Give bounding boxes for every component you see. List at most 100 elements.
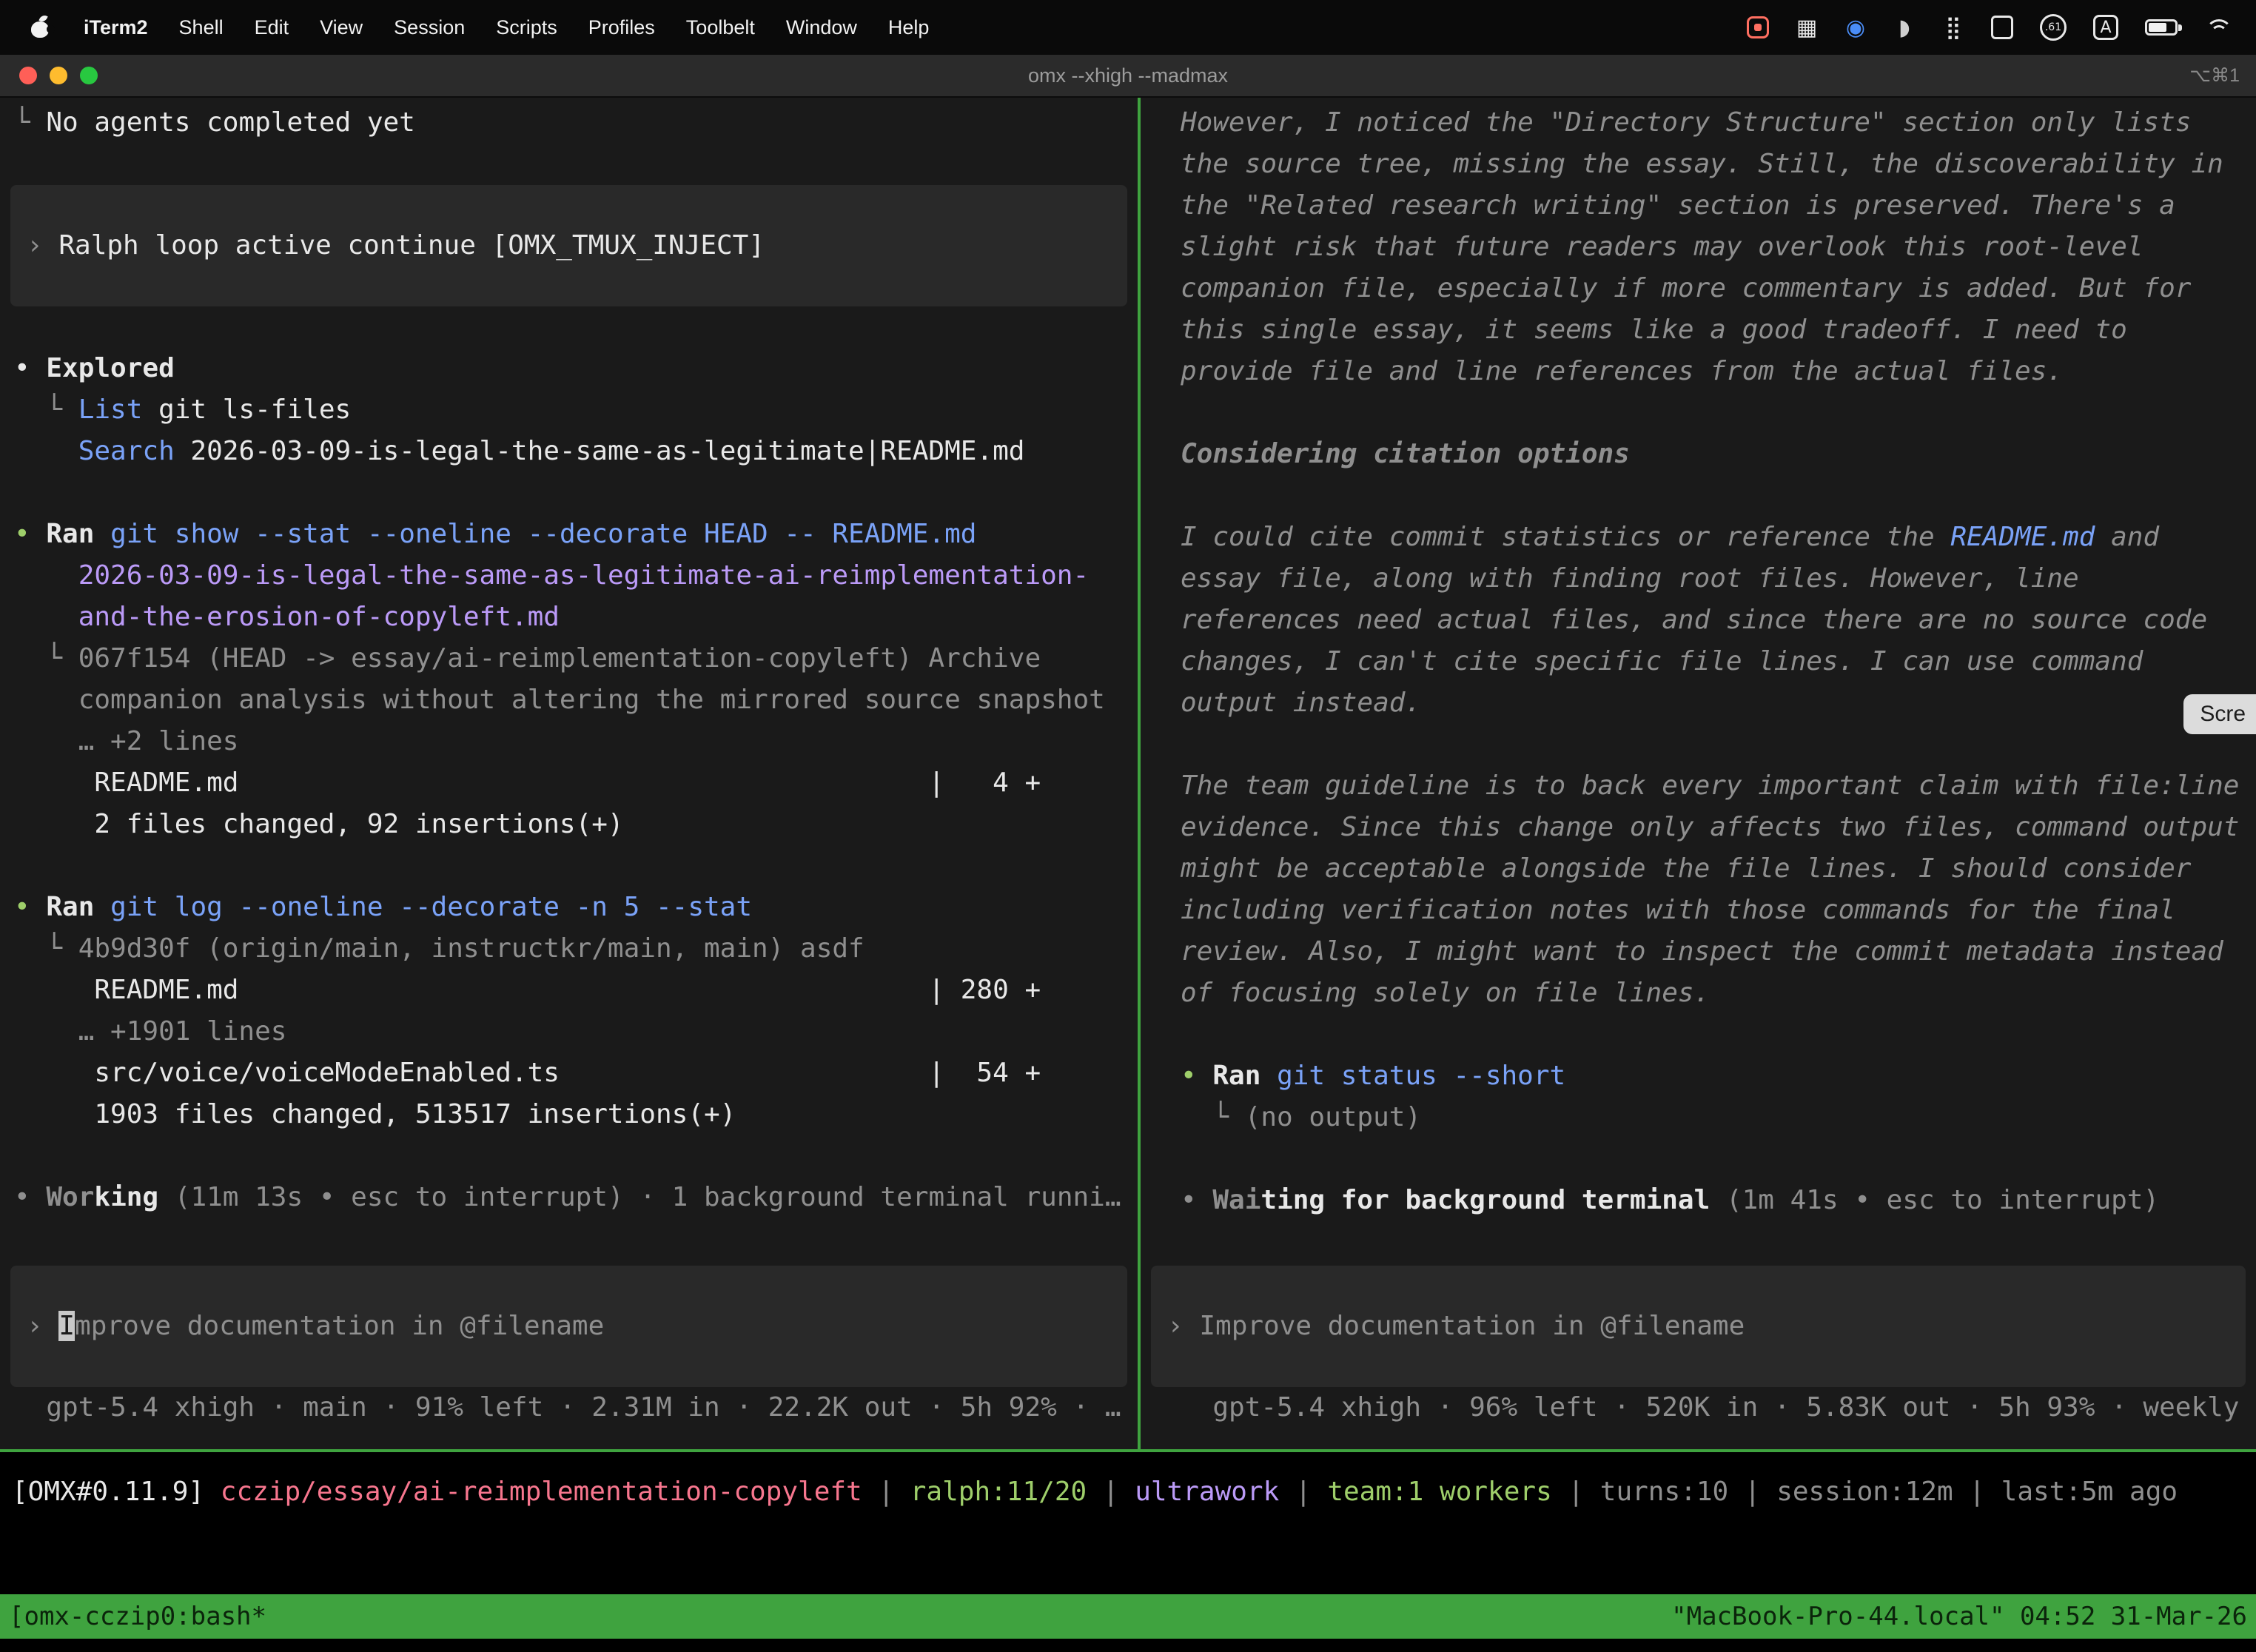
menu-iterm2[interactable]: iTerm2 <box>68 16 164 39</box>
text-span: └ <box>14 394 78 425</box>
terminal-line: └ (no output) <box>1141 1097 2256 1138</box>
menu-window[interactable]: Window <box>771 16 873 39</box>
macos-menu-bar: iTerm2ShellEditViewSessionScriptsProfile… <box>0 0 2256 55</box>
text-span: | <box>1728 1477 1776 1507</box>
menu-view[interactable]: View <box>304 16 378 39</box>
text-span: ultrawork <box>1135 1477 1279 1507</box>
left-terminal-pane[interactable]: └ No agents completed yet› Ralph loop ac… <box>0 98 1138 1449</box>
apple-menu[interactable] <box>13 16 68 39</box>
text-span: mprove documentation in @filename <box>75 1311 604 1341</box>
minimize-button[interactable] <box>50 67 67 84</box>
terminal-line: essay file, along with finding root file… <box>1141 558 2256 600</box>
right-pane-bottom: › Improve documentation in @filename gpt… <box>1141 1266 2256 1428</box>
prompt-input[interactable]: › Improve documentation in @filename <box>10 1266 1127 1387</box>
terminal-line: └ 067f154 (HEAD -> essay/ai-reimplementa… <box>0 638 1138 679</box>
gauge-61-icon[interactable]: .61 <box>2040 14 2067 41</box>
input-source-icon[interactable]: A <box>2093 15 2118 40</box>
ran-git-show-header: • Ran git show --stat --oneline --decora… <box>0 514 1138 555</box>
text-span: of focusing solely on file lines. <box>1181 978 1710 1008</box>
menu-toolbelt[interactable]: Toolbelt <box>671 16 771 39</box>
text-span: README.md | 4 + <box>14 768 1041 798</box>
text-span: 2026-03-09-is-legal-the-same-as-legitima… <box>175 436 1025 466</box>
text-span: … +1901 lines <box>14 1016 286 1047</box>
text-span: Ran <box>1212 1061 1260 1091</box>
terminal-line: references need actual files, and since … <box>1141 600 2256 641</box>
terminal-line: The team guideline is to back every impo… <box>1141 765 2256 807</box>
terminal-line: I could cite commit statistics or refere… <box>1141 517 2256 558</box>
blank-line <box>0 845 1138 887</box>
terminal-line: companion analysis without altering the … <box>0 679 1138 721</box>
zoom-button[interactable] <box>80 67 98 84</box>
session-status-line: gpt-5.4 xhigh · main · 91% left · 2.31M … <box>0 1387 1138 1428</box>
ran-git-status-header: • Ran git status --short <box>1141 1055 2256 1097</box>
battery-icon[interactable] <box>2145 19 2178 36</box>
prompt-input[interactable]: › Improve documentation in @filename <box>1151 1266 2246 1387</box>
terminal-area: └ No agents completed yet› Ralph loop ac… <box>0 98 2256 1449</box>
text-span: last:5m ago <box>2001 1477 2178 1507</box>
close-button[interactable] <box>19 67 37 84</box>
ralph-loop-banner-text: › Ralph loop active continue [OMX_TMUX_I… <box>10 225 1127 266</box>
blank-line <box>1141 1138 2256 1180</box>
terminal-line: companion file, especially if more comme… <box>1141 268 2256 309</box>
explored-header: • Explored <box>0 348 1138 389</box>
blank-line <box>1141 1014 2256 1055</box>
text-span: • <box>14 1182 46 1212</box>
screen-recording-icon[interactable] <box>1747 16 1769 38</box>
text-span: Ran <box>46 892 94 922</box>
text-span: companion analysis without altering the … <box>14 685 1105 715</box>
left-pane-bottom: › Improve documentation in @filename gpt… <box>0 1266 1138 1428</box>
text-span: gpt-5.4 xhigh · main · 91% left · 2.31M … <box>14 1392 1121 1423</box>
dark-app-icon[interactable]: ◗ <box>1893 14 1916 41</box>
text-span: README.md | 280 + <box>14 975 1041 1005</box>
terminal-line: this single essay, it seems like a good … <box>1141 309 2256 351</box>
omx-status-line: [OMX#0.11.9] cczip/essay/ai-reimplementa… <box>0 1471 2256 1513</box>
pane-border-bottom <box>0 1449 2256 1452</box>
terminal-line: might be acceptable alongside the file l… <box>1141 848 2256 890</box>
text-span: | <box>1279 1477 1327 1507</box>
terminal-line: of focusing solely on file lines. <box>1141 973 2256 1014</box>
text-span: 2 files changed, 92 insertions(+) <box>14 809 624 839</box>
text-span: └ (no output) <box>1181 1102 1421 1132</box>
text-span: README.md <box>1950 522 2095 552</box>
terminal-line: the "Related research writing" section i… <box>1141 185 2256 226</box>
menu-help[interactable]: Help <box>873 16 945 39</box>
menu-scripts[interactable]: Scripts <box>480 16 573 39</box>
text-span: provide file and line references from th… <box>1181 356 2063 386</box>
traffic-lights <box>19 55 98 96</box>
terminal-line: the source tree, missing the essay. Stil… <box>1141 144 2256 185</box>
right-terminal-pane[interactable]: However, I noticed the "Directory Struct… <box>1141 98 2256 1449</box>
text-span: cczip/essay/ai-reimplementation-copyleft <box>221 1477 862 1507</box>
text-span: git status --short <box>1277 1061 1565 1091</box>
text-span: [OMX#0.11.9] <box>12 1477 221 1507</box>
prompt-input-text: › Improve documentation in @filename <box>1151 1306 2246 1347</box>
menu-session[interactable]: Session <box>378 16 480 39</box>
menu-profiles[interactable]: Profiles <box>573 16 671 39</box>
menu-shell[interactable]: Shell <box>164 16 239 39</box>
right-pane-content: However, I noticed the "Directory Struct… <box>1141 102 2256 1221</box>
terminal-line: 2 files changed, 92 insertions(+) <box>0 804 1138 845</box>
window-title-bar[interactable]: omx --xhigh --madmax ⌥⌘1 <box>0 55 2256 98</box>
text-span: (1m 41s • esc to interrupt) <box>1710 1185 2159 1215</box>
grid-app-icon[interactable]: ▦ <box>1796 14 1818 41</box>
terminal-line: review. Also, I might want to inspect th… <box>1141 931 2256 973</box>
text-span: output instead. <box>1181 688 1421 718</box>
text-span: evidence. Since this change only affects… <box>1181 812 2239 842</box>
terminal-line: output instead. <box>1141 682 2256 724</box>
blue-app-icon[interactable]: ◉ <box>1844 14 1867 41</box>
text-span: review. Also, I might want to inspect th… <box>1181 936 2223 967</box>
menu-edit[interactable]: Edit <box>239 16 305 39</box>
wifi-icon[interactable] <box>2204 17 2232 38</box>
text-span: changes, I can't cite specific file line… <box>1181 646 2143 676</box>
ran-git-log-header: • Ran git log --oneline --decorate -n 5 … <box>0 887 1138 928</box>
screen-share-button[interactable]: Scre <box>2183 694 2256 734</box>
text-span <box>94 892 110 922</box>
app-launcher-icon[interactable]: ⣿ <box>1942 14 1964 41</box>
text-span: Improve documentation in @filename <box>1199 1311 1745 1341</box>
text-span: | <box>1953 1477 2001 1507</box>
text-span: However, I noticed the "Directory Struct… <box>1181 107 2191 138</box>
phone-mirroring-icon[interactable] <box>1991 16 2013 39</box>
text-span: companion file, especially if more comme… <box>1181 273 2191 303</box>
terminal-line: Search 2026-03-09-is-legal-the-same-as-l… <box>0 431 1138 472</box>
text-span: turns:10 <box>1600 1477 1728 1507</box>
text-span: git log --oneline --decorate -n 5 --stat <box>110 892 752 922</box>
